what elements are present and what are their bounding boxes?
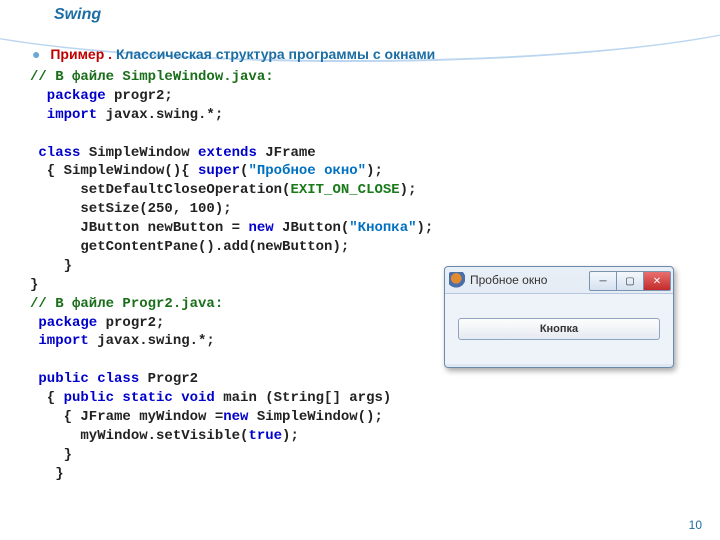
- code-line: // В файле SimpleWindow.java:: [30, 69, 274, 85]
- java-icon: [449, 272, 465, 288]
- code-blank: [30, 352, 38, 368]
- close-button[interactable]: ✕: [644, 271, 671, 291]
- window-body: Кнопка: [445, 294, 673, 364]
- code-line: import: [30, 107, 97, 123]
- code-line: SimpleWindow: [80, 145, 198, 161]
- code-line: { JFrame myWindow =: [30, 409, 223, 425]
- code-line: extends: [198, 145, 257, 161]
- window-title: Пробное окно: [470, 273, 589, 287]
- titlebar[interactable]: Пробное окно ─ ▢ ✕: [445, 267, 673, 294]
- code-blank: [30, 126, 38, 142]
- code-block: // В файле SimpleWindow.java: package pr…: [30, 68, 433, 484]
- code-line: );: [366, 163, 383, 179]
- code-line: );: [282, 428, 299, 444]
- page-number: 10: [689, 518, 702, 532]
- code-line: JButton(: [274, 220, 350, 236]
- bullet-icon: ●: [32, 46, 40, 62]
- code-line: getContentPane().add(newButton);: [30, 239, 349, 255]
- page-title: Swing: [54, 6, 101, 24]
- code-line: new: [223, 409, 248, 425]
- code-line: );: [400, 182, 417, 198]
- code-line: javax.swing.*;: [97, 107, 223, 123]
- code-line: }: [30, 466, 64, 482]
- code-line: // В файле Progr2.java:: [30, 296, 223, 312]
- code-line: package: [30, 88, 106, 104]
- code-line: myWindow.setVisible(: [30, 428, 248, 444]
- code-line: public static void: [64, 390, 215, 406]
- code-line: }: [30, 447, 72, 463]
- code-line: JFrame: [257, 145, 316, 161]
- code-line: progr2;: [97, 315, 164, 331]
- code-line: }: [30, 258, 72, 274]
- code-line: javax.swing.*;: [89, 333, 215, 349]
- code-line: );: [417, 220, 434, 236]
- code-line: class: [30, 145, 80, 161]
- code-line: "Кнопка": [349, 220, 416, 236]
- code-line: }: [30, 277, 38, 293]
- window-buttons: ─ ▢ ✕: [589, 271, 671, 289]
- code-line: {: [30, 390, 64, 406]
- code-line: progr2;: [106, 88, 173, 104]
- code-line: EXIT_ON_CLOSE: [290, 182, 399, 198]
- subtitle-red: Пример .: [50, 46, 112, 62]
- code-line: JButton newButton =: [30, 220, 248, 236]
- code-line: SimpleWindow();: [248, 409, 382, 425]
- minimize-button[interactable]: ─: [589, 271, 616, 291]
- subtitle-blue: Классическая структура программы с окнам…: [112, 46, 435, 62]
- code-line: new: [248, 220, 273, 236]
- code-line: package: [30, 315, 97, 331]
- code-line: setSize(250, 100);: [30, 201, 232, 217]
- code-line: setDefaultCloseOperation(: [30, 182, 290, 198]
- swing-button[interactable]: Кнопка: [458, 318, 660, 340]
- subtitle: ● Пример . Классическая структура програ…: [32, 46, 435, 62]
- code-line: main (String[] args): [215, 390, 391, 406]
- code-line: Progr2: [139, 371, 198, 387]
- code-line: true: [248, 428, 282, 444]
- demo-window: Пробное окно ─ ▢ ✕ Кнопка: [444, 266, 674, 368]
- code-line: "Пробное окно": [248, 163, 366, 179]
- maximize-button[interactable]: ▢: [616, 271, 644, 291]
- code-line: super: [198, 163, 240, 179]
- code-line: { SimpleWindow(){: [30, 163, 198, 179]
- code-line: public class: [30, 371, 139, 387]
- code-line: import: [30, 333, 89, 349]
